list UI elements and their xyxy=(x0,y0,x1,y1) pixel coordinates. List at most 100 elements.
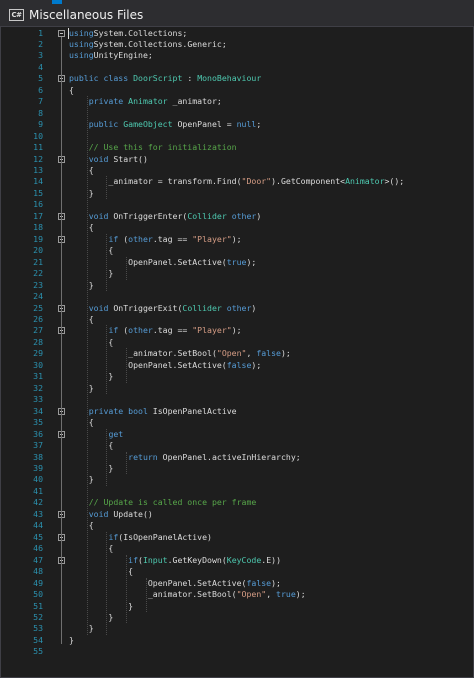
code-editor[interactable]: 1 usingSystem.Collections; 2 usingSystem.Co… xyxy=(0,27,474,678)
code-line[interactable]: 21 OpenPanel.SetActive(true); xyxy=(1,257,471,268)
code-text[interactable]: if (other.tag == "Player"); xyxy=(69,325,241,336)
code-text[interactable]: private bool IsOpenPanelActive xyxy=(69,406,237,417)
code-line[interactable]: 25 void OnTriggerExit(Collider other) xyxy=(1,303,471,314)
code-line[interactable]: 23 } xyxy=(1,280,471,291)
code-line[interactable]: 2 usingSystem.Collections.Generic; xyxy=(1,39,471,50)
code-text[interactable]: } xyxy=(69,623,94,634)
code-text[interactable]: void Update() xyxy=(69,509,153,520)
code-text[interactable]: if(Input.GetKeyDown(KeyCode.E)) xyxy=(69,555,281,566)
code-line[interactable]: 32 } xyxy=(1,383,471,394)
code-line[interactable]: 33 xyxy=(1,394,471,405)
code-line[interactable]: 52 } xyxy=(1,612,471,623)
code-line[interactable]: 41 xyxy=(1,486,471,497)
code-text[interactable]: OpenPanel.SetActive(true); xyxy=(69,257,256,268)
code-text[interactable]: } xyxy=(69,280,94,291)
code-text[interactable]: usingSystem.Collections; xyxy=(69,28,187,39)
code-line[interactable]: 14 _animator = transform.Find("Door").Ge… xyxy=(1,176,471,187)
code-line[interactable]: 10 xyxy=(1,131,471,142)
code-text[interactable]: public GameObject OpenPanel = null; xyxy=(69,119,262,130)
code-line[interactable]: 34 private bool IsOpenPanelActive xyxy=(1,406,471,417)
code-text[interactable]: { xyxy=(69,314,94,325)
code-line[interactable]: 49 OpenPanel.SetActive(false); xyxy=(1,578,471,589)
fold-toggle-icon[interactable] xyxy=(58,29,65,37)
code-text[interactable]: { xyxy=(69,165,94,176)
code-text[interactable]: OpenPanel.SetActive(false); xyxy=(69,578,281,589)
code-token: } xyxy=(69,600,134,611)
code-line[interactable]: 28 { xyxy=(1,337,471,348)
code-token: other xyxy=(226,302,252,313)
code-line[interactable]: 37 { xyxy=(1,440,471,451)
code-line[interactable]: 11 // Use this for initialization xyxy=(1,142,471,153)
code-text[interactable]: get xyxy=(69,429,123,440)
code-line[interactable]: 43 void Update() xyxy=(1,509,471,520)
code-line[interactable]: 8 xyxy=(1,108,471,119)
code-line[interactable]: 4 xyxy=(1,62,471,73)
code-text[interactable]: _animator.SetBool("Open", false); xyxy=(69,348,291,359)
code-line[interactable]: 42 // Update is called once per frame xyxy=(1,497,471,508)
code-text[interactable]: } xyxy=(69,383,94,394)
code-text[interactable]: { xyxy=(69,520,94,531)
code-line[interactable]: 9 public GameObject OpenPanel = null; xyxy=(1,119,471,130)
code-text[interactable]: void Start() xyxy=(69,154,148,165)
code-line[interactable]: 12 void Start() xyxy=(1,154,471,165)
code-line[interactable]: 20 { xyxy=(1,245,471,256)
code-line[interactable]: 24 xyxy=(1,291,471,302)
code-line[interactable]: 5 public class DoorScript : MonoBehaviour xyxy=(1,73,471,84)
code-line[interactable]: 3 usingUnityEngine; xyxy=(1,50,471,61)
code-line[interactable]: 38 return OpenPanel.activeInHierarchy; xyxy=(1,452,471,463)
code-text[interactable]: _animator = transform.Find("Door").GetCo… xyxy=(69,176,404,187)
code-line[interactable]: 13 { xyxy=(1,165,471,176)
code-text[interactable]: // Update is called once per frame xyxy=(69,497,257,508)
code-line[interactable]: 17 void OnTriggerEnter(Collider other) xyxy=(1,211,471,222)
code-text[interactable]: if (other.tag == "Player"); xyxy=(69,234,241,245)
code-text[interactable]: _animator.SetBool("Open", true); xyxy=(69,589,306,600)
code-text[interactable]: { xyxy=(69,85,74,96)
code-text[interactable]: } xyxy=(69,474,94,485)
code-text[interactable]: } xyxy=(69,635,74,646)
code-line[interactable]: 7 private Animator _animator; xyxy=(1,96,471,107)
code-text[interactable]: { xyxy=(69,417,94,428)
code-line[interactable]: 54} xyxy=(1,635,471,646)
code-line[interactable]: 15 } xyxy=(1,188,471,199)
code-line[interactable]: 16 xyxy=(1,199,471,210)
code-text[interactable]: { xyxy=(69,566,133,577)
file-title-bar[interactable]: C# Miscellaneous Files xyxy=(0,4,474,27)
code-line[interactable]: 39 } xyxy=(1,463,471,474)
code-line[interactable]: 35 { xyxy=(1,417,471,428)
code-line[interactable]: 31 } xyxy=(1,371,471,382)
code-text[interactable]: void OnTriggerEnter(Collider other) xyxy=(69,211,262,222)
code-text[interactable]: // Use this for initialization xyxy=(69,142,237,153)
code-text[interactable]: public class DoorScript : MonoBehaviour xyxy=(69,73,261,84)
code-line[interactable]: 53 } xyxy=(1,623,471,634)
code-line[interactable]: 44 { xyxy=(1,520,471,531)
code-line[interactable]: 29 _animator.SetBool("Open", false); xyxy=(1,348,471,359)
code-line[interactable]: 18 { xyxy=(1,222,471,233)
code-text[interactable]: { xyxy=(69,222,94,233)
code-line[interactable]: 22 } xyxy=(1,268,471,279)
code-line[interactable]: 45 if(IsOpenPanelActive) xyxy=(1,532,471,543)
code-line[interactable]: 47 if(Input.GetKeyDown(KeyCode.E)) xyxy=(1,555,471,566)
code-text[interactable]: OpenPanel.SetActive(false); xyxy=(69,360,261,371)
code-line[interactable]: 19 if (other.tag == "Player"); xyxy=(1,234,471,245)
code-text[interactable]: usingSystem.Collections.Generic; xyxy=(69,39,227,50)
code-text[interactable]: if(IsOpenPanelActive) xyxy=(69,532,212,543)
code-text[interactable]: private Animator _animator; xyxy=(69,96,222,107)
code-line[interactable]: 46 { xyxy=(1,543,471,554)
code-line[interactable]: 26 { xyxy=(1,314,471,325)
code-text[interactable]: usingUnityEngine; xyxy=(69,50,153,61)
code-text[interactable]: void OnTriggerExit(Collider other) xyxy=(69,302,257,314)
code-line[interactable]: 48 { xyxy=(1,566,471,577)
code-line[interactable]: 30 OpenPanel.SetActive(false); xyxy=(1,360,471,371)
code-line[interactable]: 27 if (other.tag == "Player"); xyxy=(1,325,471,336)
code-line[interactable]: 50 _animator.SetBool("Open", true); xyxy=(1,589,471,600)
code-line[interactable]: 6{ xyxy=(1,85,471,96)
code-text[interactable]: } xyxy=(69,188,94,199)
code-text[interactable]: } xyxy=(69,601,133,612)
code-line[interactable]: 51 } xyxy=(1,601,471,612)
code-line[interactable]: 1 usingSystem.Collections; xyxy=(1,28,471,39)
code-line[interactable]: 55 xyxy=(1,646,471,657)
code-line[interactable]: 36 get xyxy=(1,429,471,440)
code-line[interactable]: 40 } xyxy=(1,474,471,485)
code-text[interactable]: return OpenPanel.activeInHierarchy; xyxy=(69,452,301,463)
